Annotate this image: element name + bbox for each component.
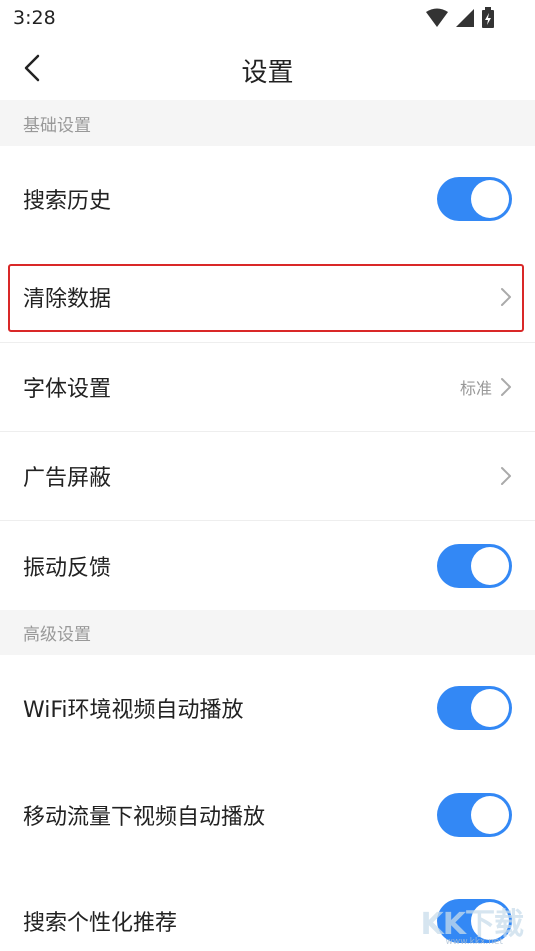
watermark-url: www.kkx.net	[445, 937, 504, 947]
row-label: 搜索历史	[23, 189, 112, 214]
row-label: 搜索个性化推荐	[23, 911, 178, 936]
signal-icon	[456, 9, 474, 27]
row-font-settings[interactable]: 字体设置 标准	[0, 343, 535, 432]
toggle-knob	[471, 180, 509, 218]
toggle-knob	[471, 546, 509, 585]
row-clear-data[interactable]: 清除数据	[0, 252, 535, 343]
wifi-autoplay-toggle[interactable]	[437, 686, 512, 730]
watermark: KK下载 www.kkx.net	[409, 897, 529, 949]
row-search-history: 搜索历史	[0, 146, 535, 252]
row-label: 广告屏蔽	[23, 466, 112, 491]
section-title-advanced: 高级设置	[23, 625, 91, 645]
row-mobile-autoplay: 移动流量下视频自动播放	[0, 761, 535, 868]
status-time: 3:28	[13, 7, 56, 29]
section-header-advanced: 高级设置	[0, 610, 535, 655]
row-wifi-autoplay: WiFi环境视频自动播放	[0, 655, 535, 761]
row-label: 振动反馈	[23, 555, 112, 581]
row-ad-block[interactable]: 广告屏蔽	[0, 432, 535, 521]
search-history-toggle[interactable]	[437, 177, 512, 221]
row-label: 移动流量下视频自动播放	[23, 804, 266, 830]
row-label: WiFi环境视频自动播放	[23, 698, 244, 723]
section-header-basic: 基础设置	[0, 100, 535, 146]
chevron-right-icon	[501, 378, 511, 396]
battery-icon	[482, 7, 494, 28]
row-label: 字体设置	[23, 377, 112, 402]
mobile-autoplay-toggle[interactable]	[437, 792, 512, 837]
row-right: 标准	[460, 375, 512, 399]
toggle-knob	[471, 689, 509, 727]
section-title-basic: 基础设置	[23, 115, 91, 136]
nav-bar: 设置	[0, 36, 535, 100]
row-label: 清除数据	[23, 287, 112, 312]
font-size-value: 标准	[459, 379, 492, 398]
vibration-feedback-toggle[interactable]	[437, 543, 512, 588]
page-title: 设置	[241, 58, 294, 88]
status-icons	[425, 7, 495, 29]
wifi-icon	[426, 8, 448, 27]
chevron-right-icon	[501, 288, 511, 306]
row-vibration-feedback: 振动反馈	[0, 521, 535, 610]
chevron-right-icon	[501, 467, 511, 485]
toggle-knob	[471, 795, 509, 834]
status-bar: 3:28	[0, 0, 535, 36]
